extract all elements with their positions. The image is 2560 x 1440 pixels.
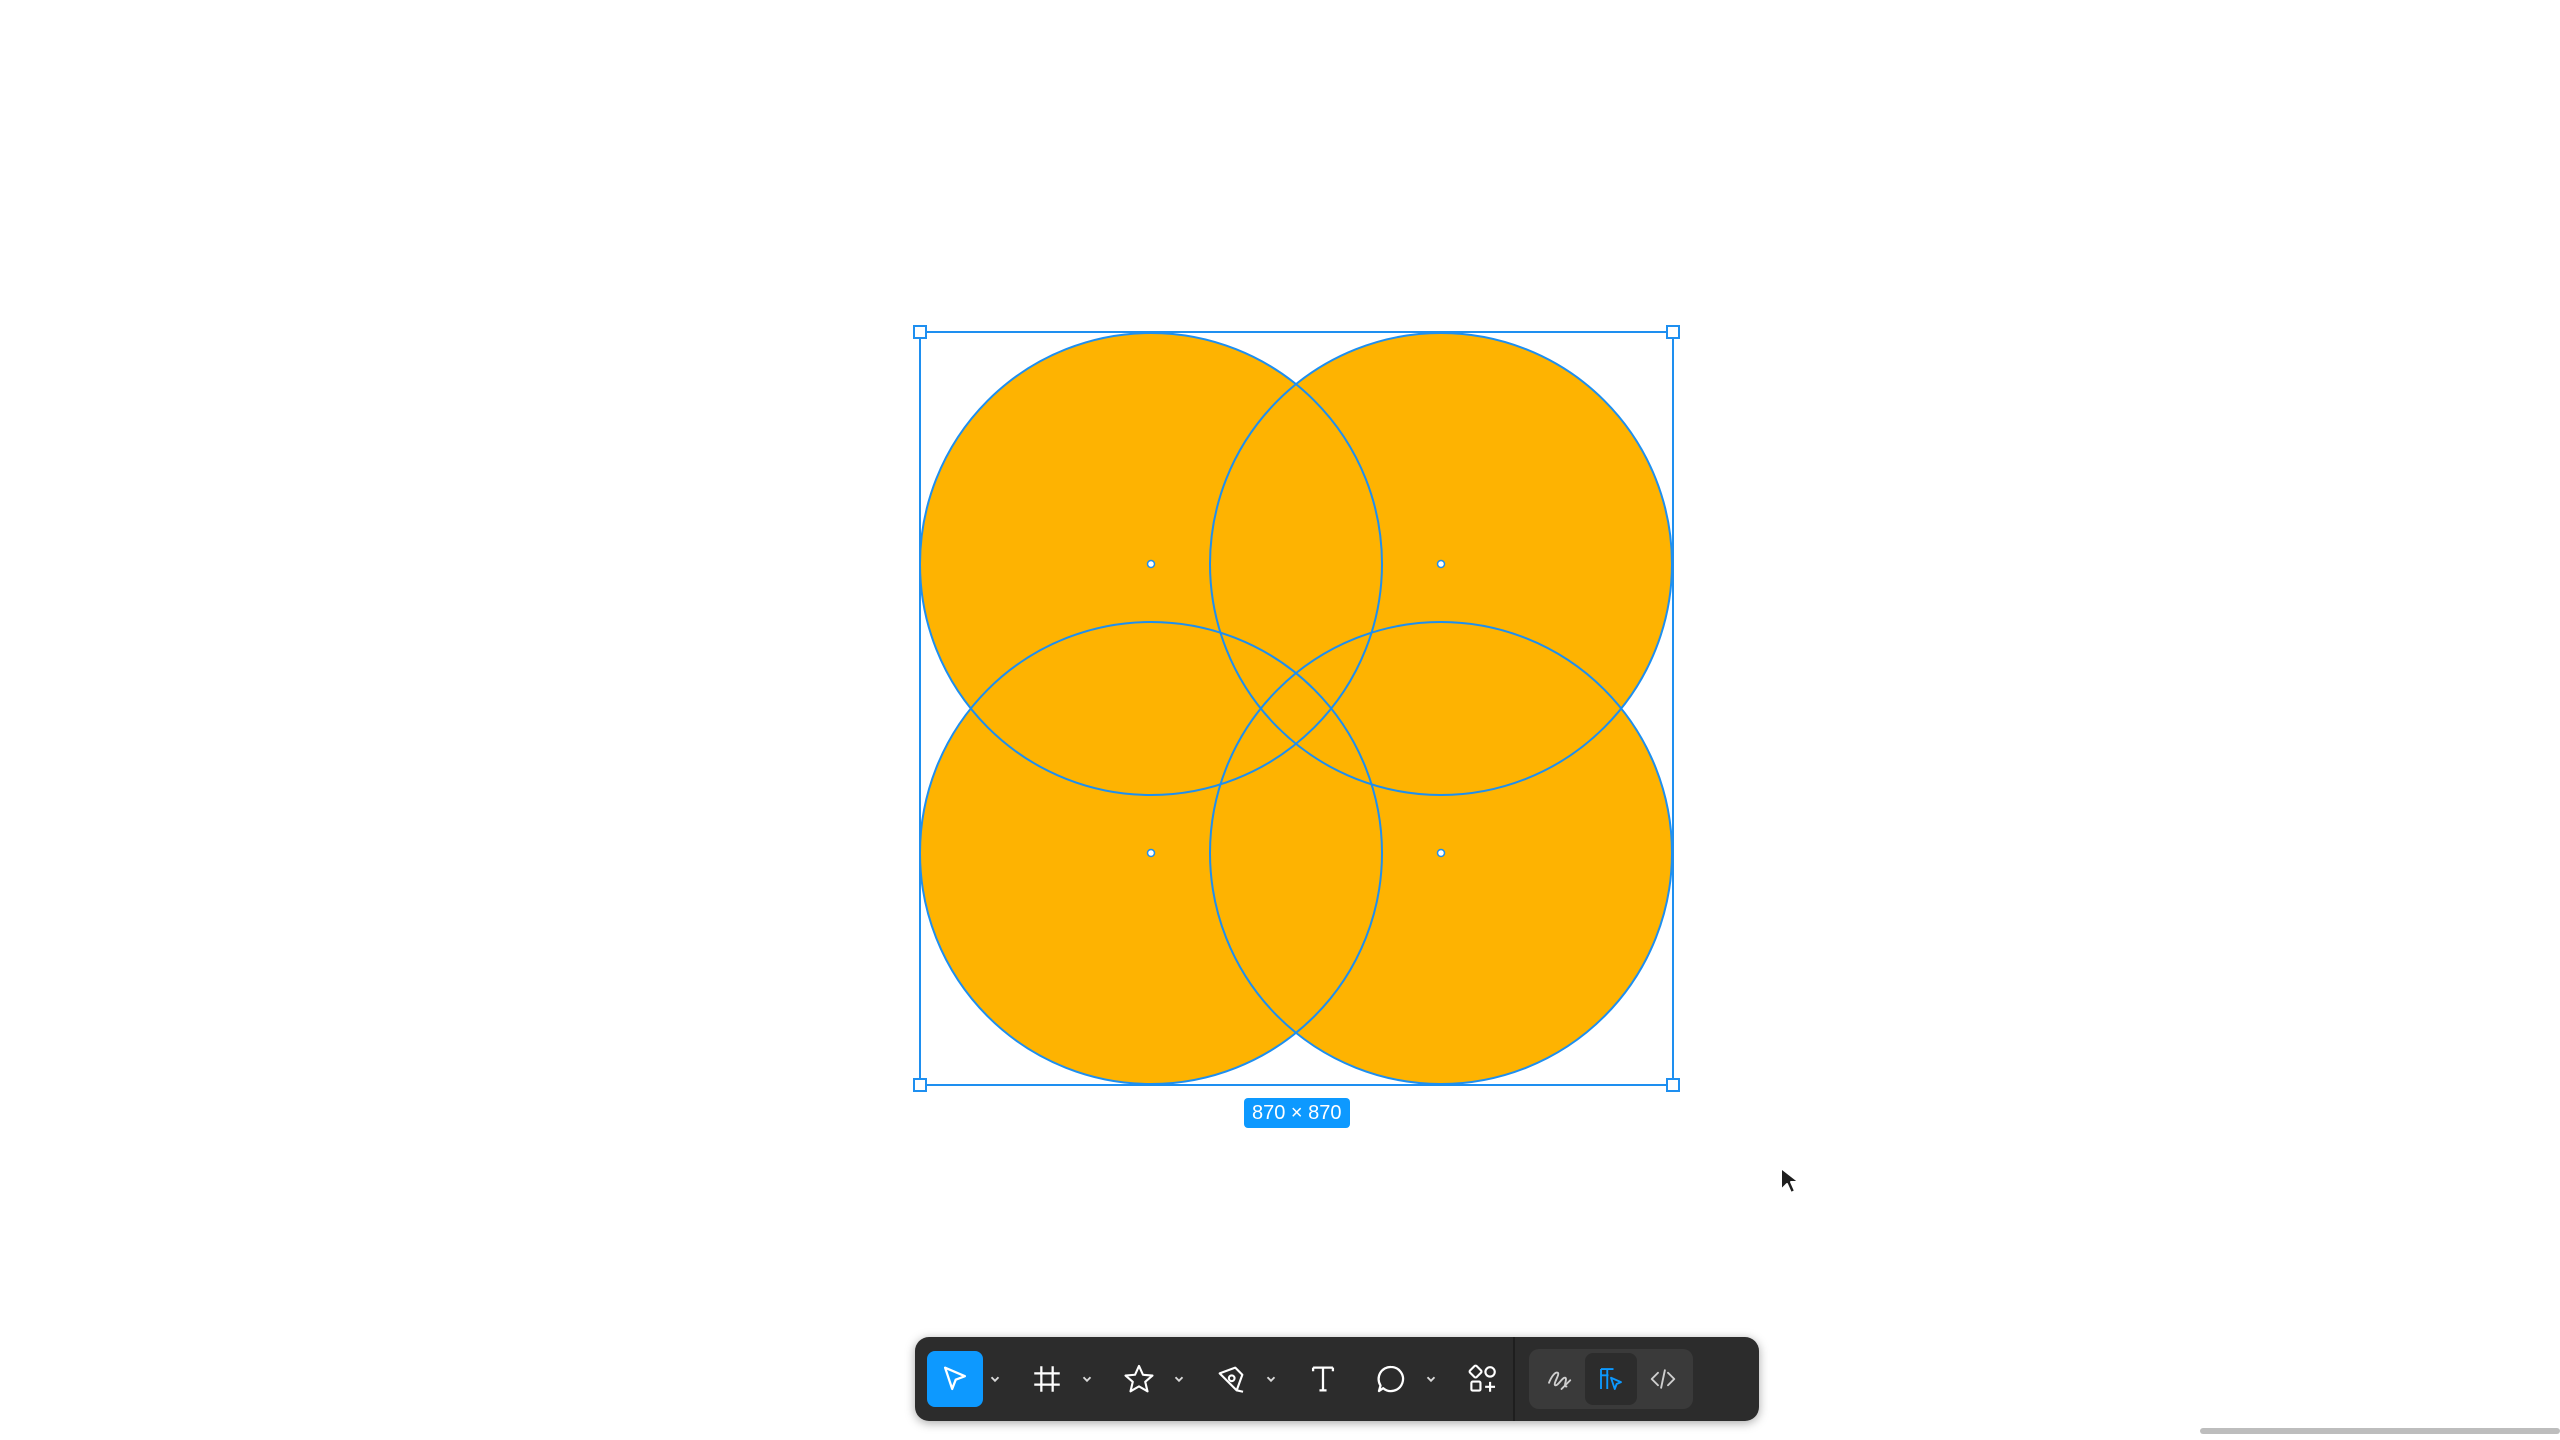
chevron-down-icon [1266,1376,1276,1383]
resize-handle-top-left[interactable] [913,325,927,339]
move-tool-button[interactable] [927,1351,983,1407]
pen-tool-dropdown[interactable] [1259,1351,1283,1407]
dev-mode-icon [1650,1369,1676,1389]
design-canvas[interactable]: 870 × 870 [0,0,2560,1440]
comment-tool-dropdown[interactable] [1419,1351,1443,1407]
tool-group-actions [1455,1351,1511,1407]
actions-icon [1468,1364,1496,1392]
bottom-toolbar [915,1337,1759,1421]
star-icon [1124,1364,1154,1393]
mode-switcher [1529,1349,1693,1409]
shape-tool-button[interactable] [1111,1351,1167,1407]
chevron-down-icon [990,1376,1000,1383]
frame-tool-button[interactable] [1019,1351,1075,1407]
tool-group-shape [1111,1351,1203,1407]
text-tool-button[interactable] [1295,1351,1351,1407]
pen-icon [1218,1366,1244,1393]
tool-group-frame [1019,1351,1111,1407]
frame-hash-icon [1034,1366,1060,1392]
dev-mode-button[interactable] [1637,1353,1689,1405]
move-tool-dropdown[interactable] [983,1351,1007,1407]
pen-tool-button[interactable] [1203,1351,1259,1407]
selection-size-badge: 870 × 870 [1244,1098,1350,1128]
comment-tool-button[interactable] [1363,1351,1419,1407]
draw-mode-icon [1548,1371,1572,1390]
tool-group-comment [1363,1351,1455,1407]
move-arrow-icon [943,1366,967,1391]
frame-tool-dropdown[interactable] [1075,1351,1099,1407]
text-icon [1311,1366,1335,1392]
tool-group-pen [1203,1351,1295,1407]
chevron-down-icon [1174,1376,1184,1383]
resize-handle-bottom-right[interactable] [1666,1078,1680,1092]
resize-handle-bottom-left[interactable] [913,1078,927,1092]
four-circles-group[interactable] [920,333,1672,1084]
actions-button[interactable] [1455,1351,1511,1407]
design-mode-button[interactable] [1585,1353,1637,1405]
shape-tool-dropdown[interactable] [1167,1351,1191,1407]
horizontal-scrollbar[interactable] [2200,1428,2560,1434]
comment-bubble-icon [1377,1365,1405,1393]
design-mode-icon [1600,1368,1622,1390]
tool-group-move [927,1351,1019,1407]
draw-mode-button[interactable] [1533,1353,1585,1405]
arrow-cursor-icon [1780,1167,1800,1194]
chevron-down-icon [1082,1376,1092,1383]
resize-handle-top-right[interactable] [1666,325,1680,339]
tool-group-text [1295,1351,1363,1407]
chevron-down-icon [1426,1376,1436,1383]
canvas-artwork[interactable] [0,0,2560,1440]
toolbar-divider [1513,1337,1515,1421]
